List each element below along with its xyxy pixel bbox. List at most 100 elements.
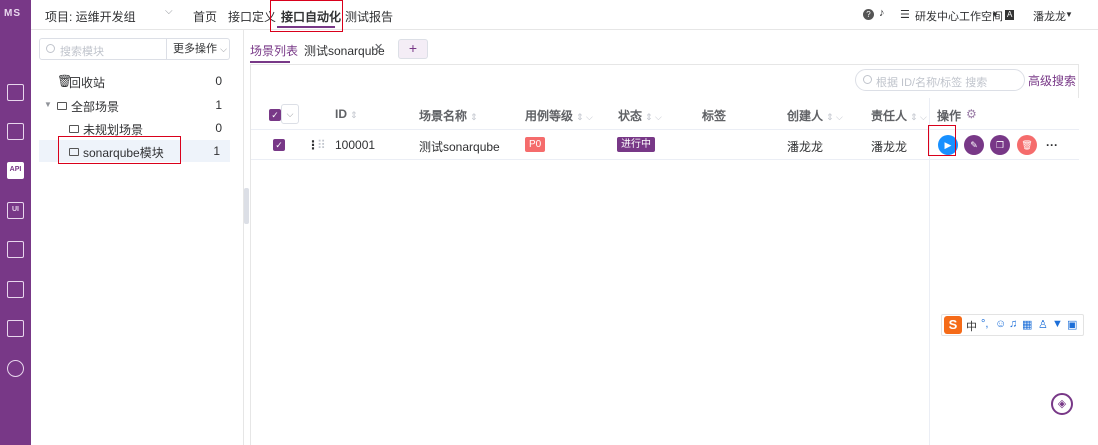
advanced-search-link[interactable]: 高级搜索 — [1028, 72, 1076, 89]
skin-icon[interactable]: ▼ — [1052, 318, 1063, 330]
gear-icon[interactable] — [7, 360, 24, 377]
report-icon[interactable] — [7, 281, 24, 298]
column-tags: 标签 — [702, 109, 727, 123]
column-name-label: 场景名称 — [419, 109, 468, 123]
nav-api-definition[interactable]: 接口定义 — [228, 8, 276, 25]
module-search-input[interactable]: 搜索模块 — [39, 38, 167, 60]
scenario-table-card: 根据 ID/名称/标签 搜索 高级搜索 ✓ ⌵ ID ⇕ 场景名称 ⇕ 用例等级 ⇕ … — [250, 64, 1079, 445]
gear-icon[interactable]: ⚙ — [966, 107, 977, 121]
column-creator-label: 创建人 — [787, 109, 824, 123]
sort-icon[interactable]: ⇕ — [470, 112, 478, 122]
tab-scenario-list[interactable]: 场景列表 — [250, 42, 298, 59]
ui-icon[interactable]: UI — [7, 202, 24, 219]
caret-down-icon[interactable]: ▼ — [44, 100, 52, 109]
delete-button[interactable]: 🗑︎ — [1017, 135, 1037, 155]
chevron-down-icon: ⌵ — [220, 44, 227, 54]
tab-test-sonarqube[interactable]: 测试sonarqube — [304, 42, 385, 59]
folder-icon — [69, 125, 79, 133]
more-actions-button[interactable]: 更多操作 ⌵ — [167, 38, 230, 60]
tree-item-label: 全部场景 — [71, 100, 120, 114]
tree-item-recycle[interactable]: 🗑︎ 回收站 0 — [31, 70, 244, 92]
tree-item-count: 1 — [213, 144, 220, 158]
scenario-search-input[interactable]: 根据 ID/名称/标签 搜索 — [855, 69, 1025, 91]
module-search-placeholder: 搜索模块 — [60, 46, 104, 58]
column-ops: 操作 — [937, 109, 962, 123]
column-status-label: 状态 — [618, 109, 643, 123]
column-id[interactable]: ID ⇕ — [335, 107, 358, 121]
cell-creator: 潘龙龙 — [787, 140, 824, 154]
tree-item-count: 0 — [215, 121, 222, 135]
ime-toolbar[interactable]: S 中 °, ☺ ♫ ▦ ♙ ▼ ▣ — [941, 314, 1084, 336]
sort-icon[interactable]: ⇕ ⌵ — [576, 112, 593, 122]
compass-icon[interactable]: ◈ — [1051, 393, 1073, 415]
column-name[interactable]: 场景名称 ⇕ — [419, 107, 478, 124]
help-icon[interactable]: ? — [863, 9, 874, 20]
sort-icon[interactable]: ⇕ — [350, 110, 358, 120]
microphone-icon[interactable]: ♫ — [1009, 318, 1017, 330]
keyboard-icon[interactable]: ▦ — [1022, 318, 1032, 331]
nav-test-report[interactable]: 测试报告 — [345, 8, 393, 25]
clipboard-icon[interactable] — [7, 123, 24, 140]
scenario-tabs: 场景列表 测试sonarqube ✕ + — [249, 30, 1098, 63]
top-bar: 项目: 运维开发组 ⌵ 首页 接口定义 接口自动化 测试报告 ? ♪ ☰ 研发中… — [31, 0, 1098, 32]
main-content: 场景列表 测试sonarqube ✕ + 根据 ID/名称/标签 搜索 高级搜索… — [249, 30, 1098, 445]
list-icon[interactable]: ☰ — [900, 8, 910, 21]
chevron-down-icon[interactable]: ⌵ — [165, 6, 173, 17]
select-dropdown-chevron-icon[interactable]: ⌵ — [281, 104, 299, 124]
tree-item-label: 回收站 — [69, 76, 106, 90]
more-icon[interactable]: ··· — [1042, 135, 1062, 155]
row-checkbox[interactable]: ✓ — [273, 139, 285, 151]
user-icon[interactable]: ♙ — [1038, 318, 1048, 331]
drag-handle-icon[interactable]: ⠿ — [317, 138, 326, 152]
column-level[interactable]: 用例等级 ⇕ ⌵ — [525, 107, 593, 124]
add-tab-button[interactable]: + — [398, 39, 428, 59]
cell-name[interactable]: 测试sonarqube — [419, 138, 500, 155]
tree-item-count: 0 — [215, 74, 222, 88]
user-menu[interactable]: 潘龙龙 — [1033, 8, 1066, 24]
toolbox-icon[interactable]: ▣ — [1067, 318, 1077, 331]
search-icon — [863, 75, 872, 84]
column-owner[interactable]: 责任人 ⇕ ⌵ — [871, 107, 927, 124]
punctuation-icon[interactable]: °, — [981, 318, 988, 330]
left-rail: MS API UI — [0, 0, 31, 445]
caret-down-icon[interactable]: ▼ — [991, 10, 999, 19]
edit-button[interactable]: ✎ — [964, 135, 984, 155]
module-tree-panel: 搜索模块 更多操作 ⌵ 🗑︎ 回收站 0 ▼ 全部场景 1 未规划场景 0 so… — [31, 30, 244, 445]
column-level-label: 用例等级 — [525, 109, 574, 123]
copy-button[interactable]: ❐ — [990, 135, 1010, 155]
highlight-box-nav — [270, 0, 343, 32]
sort-icon[interactable]: ⇕ ⌵ — [910, 112, 927, 122]
sort-icon[interactable]: ⇕ ⌵ — [645, 112, 662, 122]
workspace-selector[interactable]: 研发中心工作空间 — [915, 8, 1003, 24]
ime-lang[interactable]: 中 — [966, 318, 977, 334]
status-badge: 进行中 — [617, 137, 655, 152]
api-icon[interactable]: API — [7, 162, 24, 179]
search-icon — [46, 44, 55, 53]
metersphere-logo: MS — [4, 8, 21, 19]
tab-active-underline — [250, 61, 290, 63]
bell-icon[interactable]: ♪ — [879, 7, 885, 19]
column-status[interactable]: 状态 ⇕ ⌵ — [618, 107, 662, 124]
user-caret-icon[interactable]: ▼ — [1065, 10, 1073, 19]
level-badge: P0 — [525, 137, 546, 152]
more-actions-label: 更多操作 — [173, 43, 217, 55]
folder-icon — [57, 102, 67, 110]
tree-item-all-scenarios[interactable]: ▼ 全部场景 1 — [31, 94, 244, 116]
folder-icon[interactable] — [7, 320, 24, 337]
cell-id: 100001 — [335, 138, 376, 152]
sogou-logo-icon: S — [944, 316, 962, 334]
close-icon[interactable]: ✕ — [374, 41, 383, 54]
language-icon[interactable]: A — [1005, 10, 1015, 20]
monitor-icon[interactable] — [7, 84, 24, 101]
highlight-box-run — [928, 125, 956, 156]
highlight-box-module — [58, 136, 181, 164]
emoji-icon[interactable]: ☺ — [995, 318, 1006, 330]
select-all-checkbox[interactable]: ✓ — [269, 109, 281, 121]
column-creator[interactable]: 创建人 ⇕ ⌵ — [787, 107, 843, 124]
sort-icon[interactable]: ⇕ ⌵ — [826, 112, 843, 122]
nav-home[interactable]: 首页 — [193, 8, 217, 25]
chart-icon[interactable] — [7, 241, 24, 258]
project-selector[interactable]: 项目: 运维开发组 — [45, 8, 136, 25]
scenario-search-placeholder: 根据 ID/名称/标签 搜索 — [876, 77, 988, 89]
column-owner-label: 责任人 — [871, 109, 908, 123]
